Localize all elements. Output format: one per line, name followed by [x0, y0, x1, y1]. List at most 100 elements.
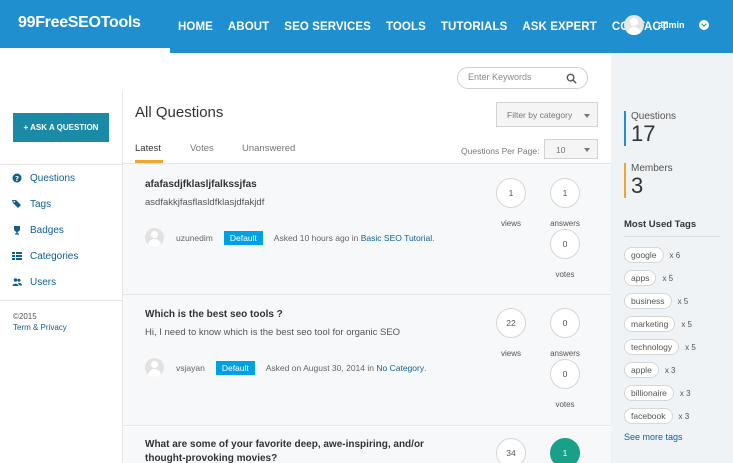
tag-row: facebook x 3 [624, 408, 689, 424]
nav-badges-label: Badges [30, 224, 64, 236]
site-logo[interactable]: 99FreeSEOTools [18, 14, 141, 32]
tag-count: x 3 [679, 388, 691, 398]
nav-ask-expert[interactable]: ASK EXPERT [522, 21, 597, 33]
question-asked: Asked on August 30, 2014 in [265, 362, 374, 373]
user-name[interactable]: admin [658, 20, 685, 30]
views-count: 22 [496, 308, 526, 338]
main-nav: HOME ABOUT SEO SERVICES TOOLS TUTORIALS … [178, 0, 683, 53]
tag-facebook[interactable]: facebook [624, 408, 673, 424]
nav-tools[interactable]: TOOLS [386, 21, 426, 33]
question-item: What are some of your favorite deep, awe… [123, 427, 611, 463]
user-badge: Default [223, 230, 263, 245]
nav-categories-label: Categories [30, 250, 79, 262]
questions-stat-count: 17 [631, 121, 656, 146]
tag-row: apple x 3 [624, 362, 675, 378]
answers-count: 1 [550, 438, 580, 463]
caret-down-icon [584, 148, 590, 152]
tag-apple[interactable]: apple [624, 362, 659, 378]
question-asked: Asked 10 hours ago in [273, 232, 359, 243]
nav-categories[interactable]: Categories [0, 243, 122, 269]
search-input[interactable] [468, 72, 568, 82]
question-category[interactable]: Basic SEO Tutorial [361, 233, 432, 243]
nav-badges[interactable]: Badges [0, 217, 122, 243]
nav-tags-label: Tags [30, 198, 52, 210]
question-item: afafasdjfklasljfalkssjfas asdfakkjfasfla… [123, 164, 611, 295]
views-label: views [500, 349, 521, 358]
tag-row: apps x 5 [624, 270, 673, 286]
tag-marketing[interactable]: marketing [624, 316, 676, 332]
members-stat: Members 3 [624, 163, 673, 198]
user-avatar[interactable] [624, 15, 644, 35]
views-label: views [500, 219, 521, 228]
see-more-tags-link[interactable]: See more tags [624, 432, 683, 442]
right-sidebar: Questions 17 Members 3 Most Used Tags go… [611, 53, 733, 463]
answers-count: 1 [550, 178, 580, 208]
question-title[interactable]: afafasdjfklasljfalkssjfas [145, 178, 435, 192]
chevron-down-icon[interactable] [698, 20, 709, 30]
tag-count: x 3 [678, 411, 690, 421]
tag-count: x 5 [681, 319, 692, 329]
ask-question-button[interactable]: + ASK A QUESTION [13, 113, 109, 142]
question-title[interactable]: Which is the best seo tools ? [145, 308, 435, 322]
tag-count: x 5 [685, 342, 696, 352]
nav-seo-services[interactable]: SEO SERVICES [284, 21, 371, 33]
footer-copy: ©2015 Term & Privacy [13, 311, 67, 333]
nav-tags[interactable]: Tags [0, 191, 122, 217]
tag-row: technology x 5 [624, 339, 696, 355]
nav-questions[interactable]: ? Questions [0, 165, 122, 191]
tag-google[interactable]: google [624, 247, 664, 263]
tag-count: x 5 [662, 273, 674, 283]
question-meta: vsjayan Default Asked on August 30, 2014… [145, 358, 426, 377]
category-filter[interactable]: Filter by category [496, 102, 598, 127]
question-title[interactable]: What are some of your favorite deep, awe… [145, 438, 435, 463]
tab-unanswered[interactable]: Unanswered [242, 143, 295, 154]
question-category[interactable]: No Category [376, 363, 424, 373]
user-badge: Default [215, 360, 255, 375]
tag-technology[interactable]: technology [624, 339, 680, 355]
nav-questions-label: Questions [30, 172, 76, 184]
votes-label: votes [555, 270, 575, 279]
question-author[interactable]: vsjayan [176, 363, 205, 373]
tag-apps[interactable]: apps [624, 270, 657, 286]
question-excerpt: asdfakkjfasflasldfklasjdfakjdf [145, 197, 265, 208]
votes-label: votes [555, 400, 575, 409]
votes-count: 0 [550, 359, 580, 389]
trophy-icon [14, 226, 20, 235]
search-icon[interactable] [566, 73, 577, 84]
category-filter-label: Filter by category [507, 110, 573, 120]
tab-votes[interactable]: Votes [190, 143, 214, 154]
left-nav: ? Questions Tags Badges Categories Users [0, 164, 122, 295]
nav-users[interactable]: Users [0, 269, 122, 295]
tag-billionaire[interactable]: billionaire [624, 385, 674, 401]
per-page-label: Questions Per Page: [461, 146, 540, 156]
tag-count: x 5 [677, 296, 689, 306]
terms-link[interactable]: Term & Privacy [13, 323, 67, 332]
user-avatar[interactable] [145, 358, 164, 377]
nav-users-label: Users [30, 276, 57, 288]
answers-label: answers [550, 349, 580, 358]
page-title: All Questions [135, 104, 224, 121]
views-count: 34 [496, 438, 526, 463]
caret-down-icon [584, 114, 590, 118]
left-divider [0, 300, 122, 301]
question-meta: uzunedim Default Asked 10 hours ago in B… [145, 228, 434, 247]
header-notch [0, 48, 170, 53]
search-box [457, 67, 588, 89]
user-menu[interactable]: admin [624, 15, 709, 35]
answers-label: answers [550, 219, 580, 228]
question-excerpt: Hi, I need to know which is the best seo… [145, 327, 401, 338]
nav-home[interactable]: HOME [178, 21, 213, 33]
users-icon [12, 278, 22, 286]
votes-count: 0 [550, 229, 580, 259]
nav-tutorials[interactable]: TUTORIALS [441, 21, 508, 33]
tab-latest[interactable]: Latest [135, 143, 161, 154]
answers-count: 0 [550, 308, 580, 338]
per-page-select[interactable]: 10 [544, 139, 598, 159]
list-icon [12, 252, 22, 260]
user-avatar[interactable] [145, 228, 164, 247]
question-author[interactable]: uzunedim [176, 233, 213, 243]
nav-about[interactable]: ABOUT [228, 21, 269, 33]
question-item: Which is the best seo tools ? Hi, I need… [123, 295, 611, 426]
tag-row: business x 5 [624, 293, 688, 309]
tag-business[interactable]: business [624, 293, 672, 309]
